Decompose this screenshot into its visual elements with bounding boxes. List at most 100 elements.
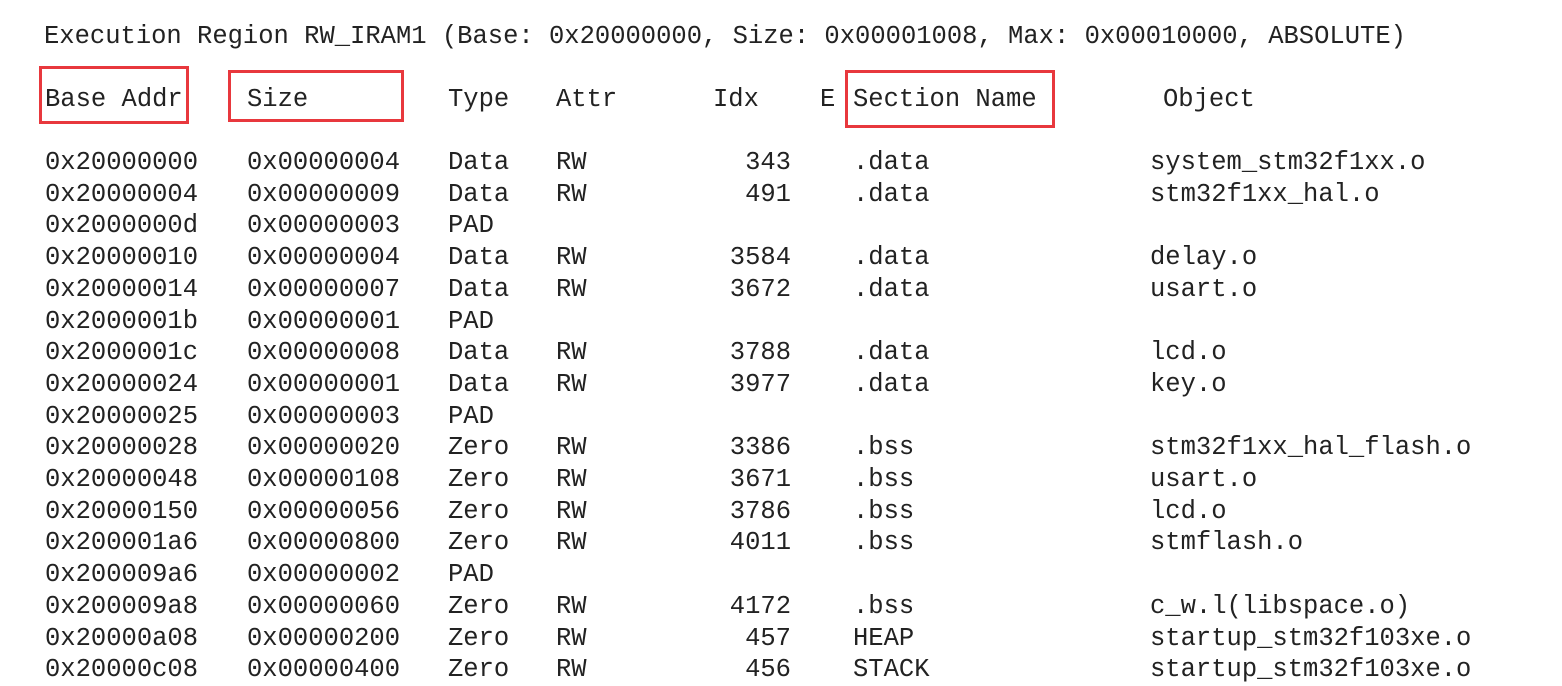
cell-size: 0x00000003 [247, 211, 401, 241]
cell-base: 0x20000000 [45, 148, 199, 177]
cell-idx: 491 [745, 179, 791, 209]
cell-type: Zero [448, 623, 510, 653]
cell-attr: RW [556, 274, 587, 304]
execution-region-title: Execution Region RW_IRAM1 (Base: 0x20000… [44, 22, 1406, 51]
cell-idx: 3671 [729, 465, 791, 494]
cell-idx: 3584 [729, 243, 791, 273]
cell-object: startup_stm32f103xe.o [1150, 623, 1472, 653]
cell-attr: RW [556, 179, 587, 209]
cell-size: 0x00000060 [247, 591, 401, 621]
cell-object: system_stm32f1xx.o [1150, 148, 1426, 177]
cell-object: stm32f1xx_hal_flash.o [1150, 433, 1472, 463]
cell-section: .bss [853, 433, 915, 463]
cell-object: usart.o [1150, 274, 1258, 304]
cell-base: 0x20000048 [45, 465, 199, 494]
cell-size: 0x00000200 [247, 623, 401, 653]
cell-section: .data [853, 274, 930, 304]
cell-size: 0x00000001 [247, 369, 401, 399]
cell-size: 0x00000003 [247, 401, 401, 431]
cell-idx: 3672 [729, 274, 791, 304]
table-row: 0x2000000d 0x00000003 PAD [0, 210, 1562, 242]
table-row: 0x20000014 0x00000007 Data RW 3672 .data usart… [0, 274, 1562, 306]
cell-base: 0x200009a6 [45, 560, 199, 590]
cell-section: .bss [853, 528, 915, 558]
table-row: 0x2000001b 0x00000001 PAD [0, 306, 1562, 338]
header-e: E [820, 85, 836, 114]
cell-attr: RW [556, 496, 587, 526]
cell-type: PAD [448, 306, 494, 336]
cell-idx: 4172 [729, 591, 791, 621]
cell-idx: 457 [745, 623, 791, 653]
cell-base: 0x20000028 [45, 433, 199, 463]
cell-idx: 3788 [729, 338, 791, 368]
cell-attr: RW [556, 243, 587, 273]
cell-type: Data [448, 179, 510, 209]
cell-object: lcd.o [1150, 338, 1227, 368]
cell-size: 0x00000008 [247, 338, 401, 368]
cell-size: 0x00000004 [247, 243, 401, 273]
table-row: 0x200009a8 0x00000060 Zero RW 4172 .bss c_w.l(… [0, 591, 1562, 623]
cell-idx: 4011 [729, 528, 791, 558]
table-row: 0x200009a6 0x00000002 PAD [0, 559, 1562, 591]
cell-base: 0x20000025 [45, 401, 199, 431]
cell-object: usart.o [1150, 465, 1258, 494]
table-row: 0x20000150 0x00000056 Zero RW 3786 .bss lcd.o [0, 496, 1562, 528]
cell-attr: RW [556, 338, 587, 368]
cell-object: startup_stm32f103xe.o [1150, 655, 1472, 685]
cell-size: 0x00000800 [247, 528, 401, 558]
cell-type: PAD [448, 211, 494, 241]
cell-object: delay.o [1150, 243, 1258, 273]
table-row: 0x20000025 0x00000003 PAD [0, 401, 1562, 433]
table-row: 0x20000028 0x00000020 Zero RW 3386 .bss stm32f… [0, 432, 1562, 464]
cell-base: 0x20000a08 [45, 623, 199, 653]
cell-base: 0x20000024 [45, 369, 199, 399]
table-row: 0x20000010 0x00000004 Data RW 3584 .data delay… [0, 242, 1562, 274]
cell-object: key.o [1150, 369, 1227, 399]
cell-object: stmflash.o [1150, 528, 1304, 558]
cell-base: 0x2000000d [45, 211, 199, 241]
cell-size: 0x00000009 [247, 179, 401, 209]
cell-idx: 3786 [729, 496, 791, 526]
cell-type: Data [448, 148, 510, 177]
cell-type: Data [448, 338, 510, 368]
cell-type: Data [448, 369, 510, 399]
cell-attr: RW [556, 433, 587, 463]
cell-base: 0x20000014 [45, 274, 199, 304]
cell-type: Zero [448, 433, 510, 463]
cell-attr: RW [556, 623, 587, 653]
cell-type: Data [448, 243, 510, 273]
table-row: 0x20000a08 0x00000200 Zero RW 457 HEAP startup… [0, 623, 1562, 655]
table-row: 0x20000024 0x00000001 Data RW 3977 .data key.o [0, 369, 1562, 401]
cell-size: 0x00000007 [247, 274, 401, 304]
cell-section: .data [853, 148, 930, 177]
cell-size: 0x00000108 [247, 465, 401, 494]
highlight-box-size [228, 70, 404, 122]
cell-attr: RW [556, 655, 587, 685]
cell-object: stm32f1xx_hal.o [1150, 179, 1380, 209]
cell-section: .data [853, 243, 930, 273]
cell-type: Zero [448, 465, 510, 494]
header-type: Type [448, 85, 510, 114]
table-row: 0x2000001c 0x00000008 Data RW 3788 .data lcd.o [0, 337, 1562, 369]
cell-idx: 3386 [729, 433, 791, 463]
cell-base: 0x2000001c [45, 338, 199, 368]
cell-type: PAD [448, 560, 494, 590]
cell-size: 0x00000056 [247, 496, 401, 526]
cell-base: 0x2000001b [45, 306, 199, 336]
cell-size: 0x00000001 [247, 306, 401, 336]
cell-base: 0x20000150 [45, 496, 199, 526]
cell-size: 0x00000400 [247, 655, 401, 685]
table-row: 0x20000048 0x00000108 Zero RW 3671 .bss usart.… [0, 464, 1562, 496]
cell-base: 0x200001a6 [45, 528, 199, 558]
highlight-box-base-addr [39, 66, 189, 124]
header-object: Object [1163, 85, 1255, 114]
cell-base: 0x200009a8 [45, 591, 199, 621]
table-row: 0x20000c08 0x00000400 Zero RW 456 STACK startu… [0, 654, 1562, 686]
cell-base: 0x20000010 [45, 243, 199, 273]
cell-type: Zero [448, 655, 510, 685]
table-row: 0x200001a6 0x00000800 Zero RW 4011 .bss stmfla… [0, 527, 1562, 559]
cell-section: .bss [853, 465, 915, 494]
cell-attr: RW [556, 591, 587, 621]
cell-section: .data [853, 369, 930, 399]
highlight-box-section-name [845, 70, 1055, 128]
